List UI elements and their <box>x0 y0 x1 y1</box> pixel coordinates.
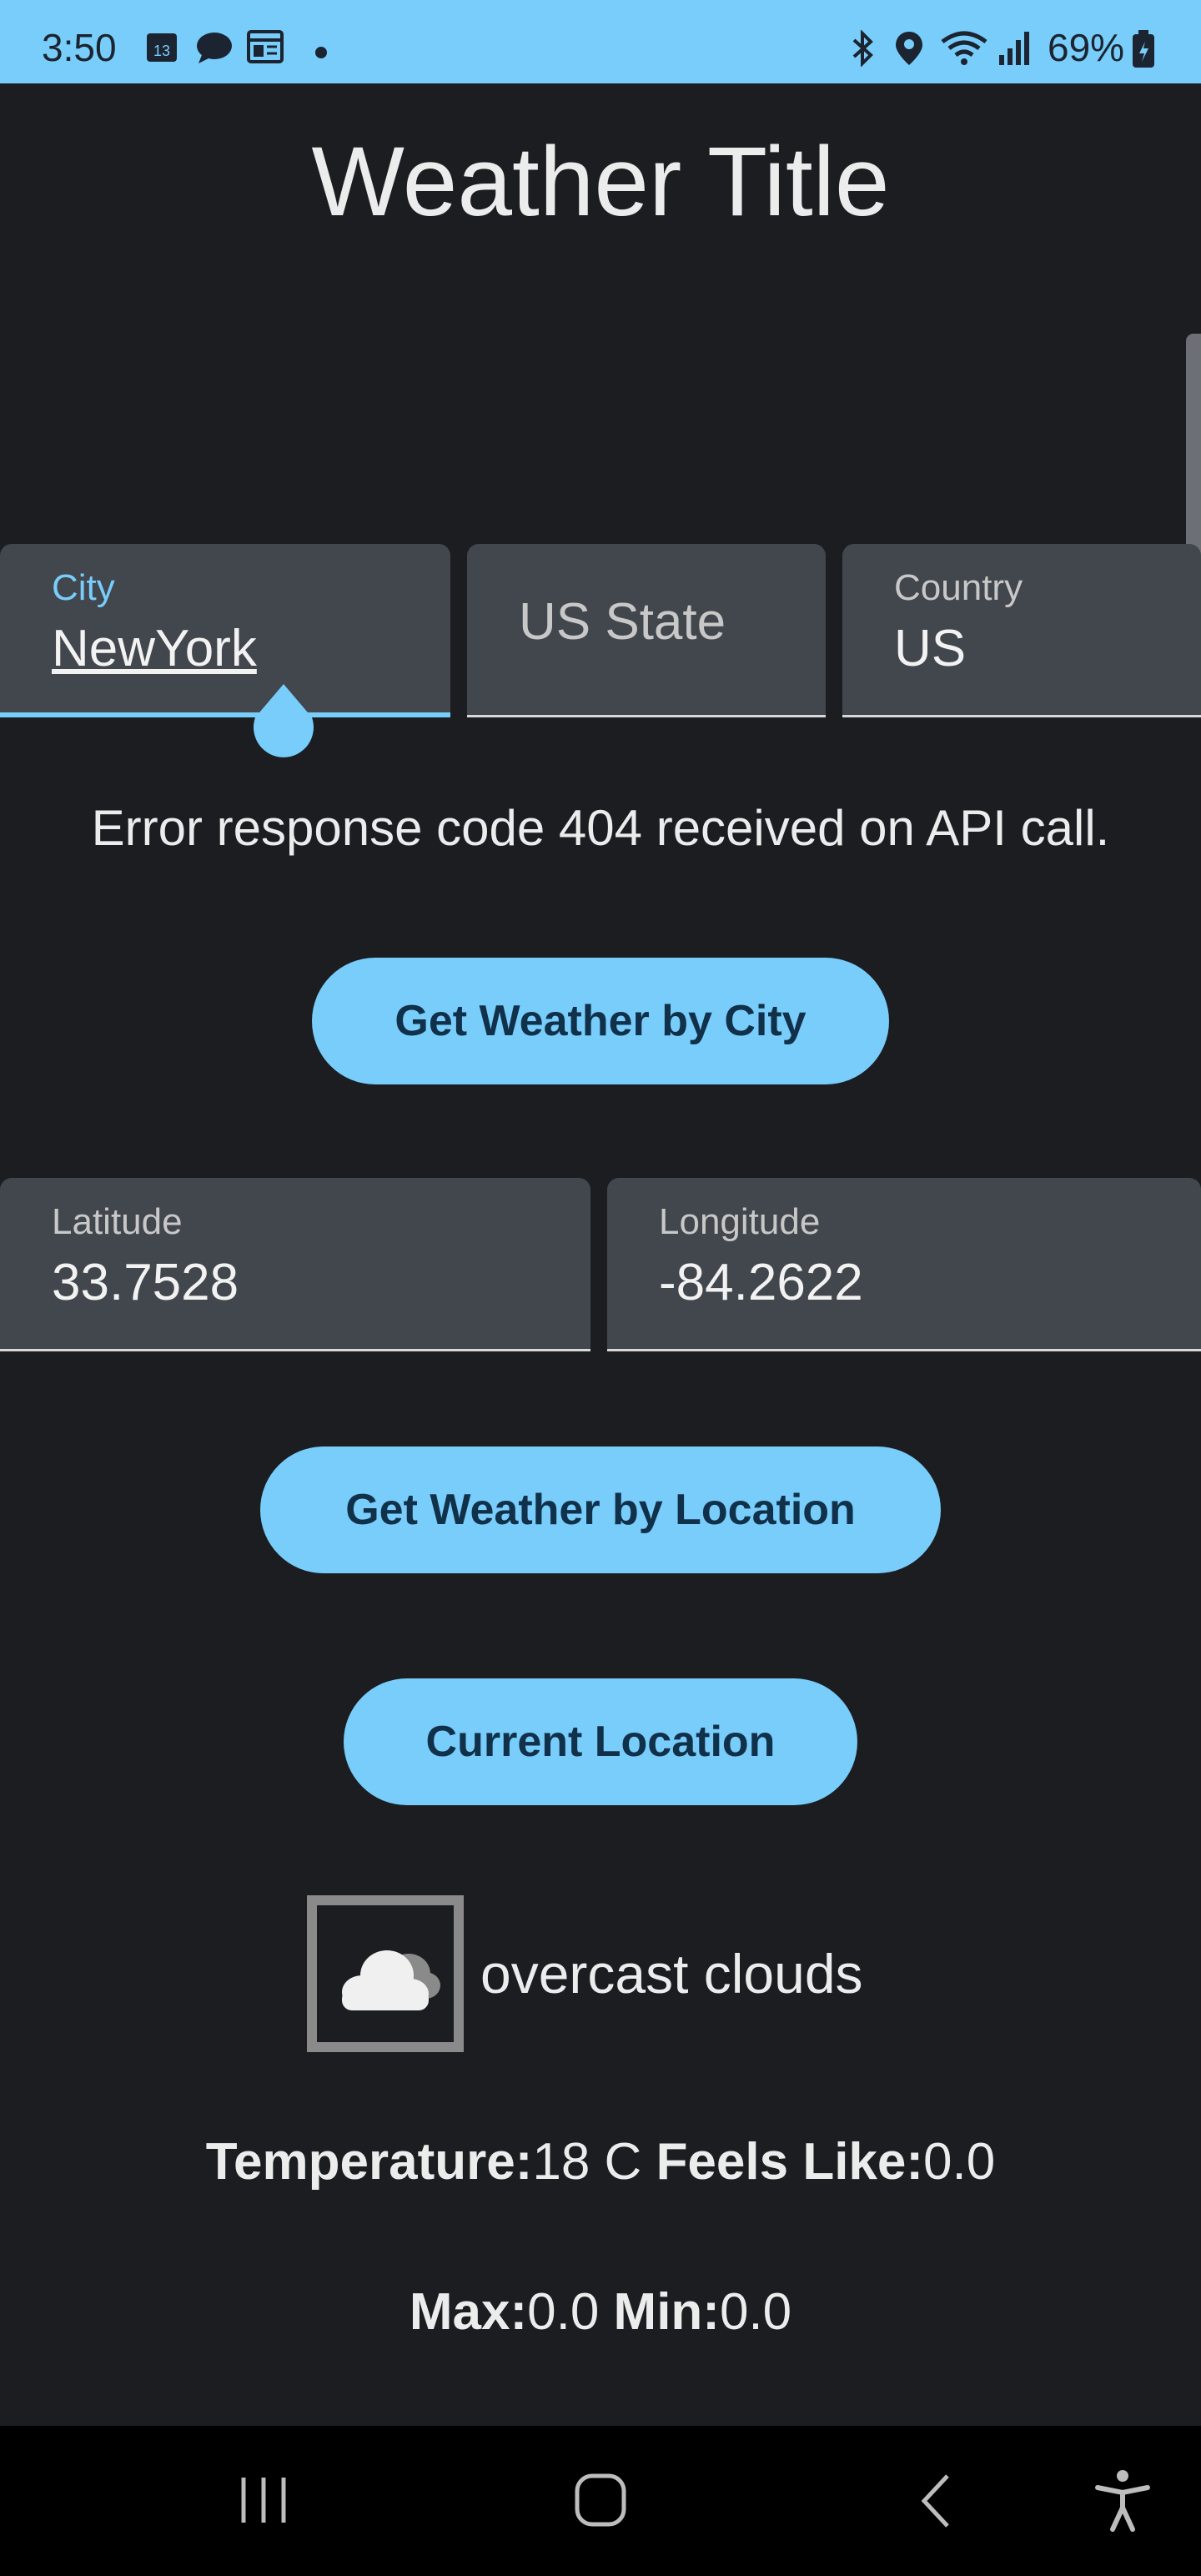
battery-percentage: 69% <box>1048 26 1125 69</box>
max-value: 0.0 <box>527 2283 600 2341</box>
min-value: 0.0 <box>719 2283 792 2341</box>
error-message: Error response code 404 received on API … <box>91 800 1110 856</box>
text-cursor-handle[interactable] <box>252 684 315 762</box>
city-field[interactable]: City NewYork <box>0 544 450 717</box>
city-field-label: City <box>52 567 115 608</box>
max-label: Max: <box>409 2283 528 2341</box>
longitude-field-value[interactable]: -84.2622 <box>659 1253 863 1312</box>
country-field[interactable]: Country US <box>842 544 1201 717</box>
us-state-field[interactable]: US State <box>467 544 826 717</box>
get-weather-by-city-button[interactable]: Get Weather by City <box>312 958 889 1084</box>
temperature-value: 18 C <box>532 2133 642 2191</box>
signal-icon <box>997 30 1034 71</box>
city-field-value[interactable]: NewYork <box>52 619 257 678</box>
chat-icon <box>195 30 234 69</box>
temperature-label: Temperature: <box>205 2133 533 2191</box>
feels-like-value: 0.0 <box>923 2133 996 2191</box>
news-icon <box>247 30 284 68</box>
country-field-label: Country <box>894 567 1023 608</box>
weather-description: overcast clouds <box>480 1943 863 2005</box>
longitude-field-label: Longitude <box>659 1201 821 1242</box>
latitude-field-label: Latitude <box>52 1201 183 1242</box>
location-icon <box>894 30 924 71</box>
cloud-icon <box>307 1895 464 2052</box>
latitude-field-value[interactable]: 33.7528 <box>52 1253 239 1312</box>
latitude-field[interactable]: Latitude 33.7528 <box>0 1178 590 1351</box>
get-weather-by-location-button[interactable]: Get Weather by Location <box>260 1446 941 1573</box>
status-time: 3:50 <box>42 26 117 69</box>
back-icon[interactable] <box>904 2468 971 2534</box>
min-max-row: Max:0.0 Min:0.0 <box>0 2282 1201 2342</box>
battery-icon <box>1131 30 1156 73</box>
recent-apps-icon[interactable] <box>232 2468 299 2534</box>
home-icon[interactable] <box>567 2468 634 2534</box>
min-label: Min: <box>613 2283 720 2341</box>
us-state-placeholder: US State <box>519 593 726 651</box>
longitude-field[interactable]: Longitude -84.2622 <box>607 1178 1201 1351</box>
feels-like-label: Feels Like: <box>656 2133 924 2191</box>
bluetooth-icon <box>846 29 879 71</box>
current-location-button[interactable]: Current Location <box>344 1678 857 1805</box>
wifi-icon <box>939 30 989 71</box>
dot-icon <box>315 47 327 63</box>
navigation-bar <box>0 2426 1201 2576</box>
temperature-row: Temperature:18 C Feels Like:0.0 <box>0 2132 1201 2191</box>
svg-text:13: 13 <box>153 43 170 59</box>
accessibility-icon[interactable] <box>1089 2468 1156 2534</box>
calendar-icon: 13 <box>145 30 178 68</box>
country-field-value[interactable]: US <box>894 619 966 678</box>
status-bar: 3:50 13 69% <box>0 0 1201 83</box>
page-title: Weather Title <box>311 127 890 237</box>
